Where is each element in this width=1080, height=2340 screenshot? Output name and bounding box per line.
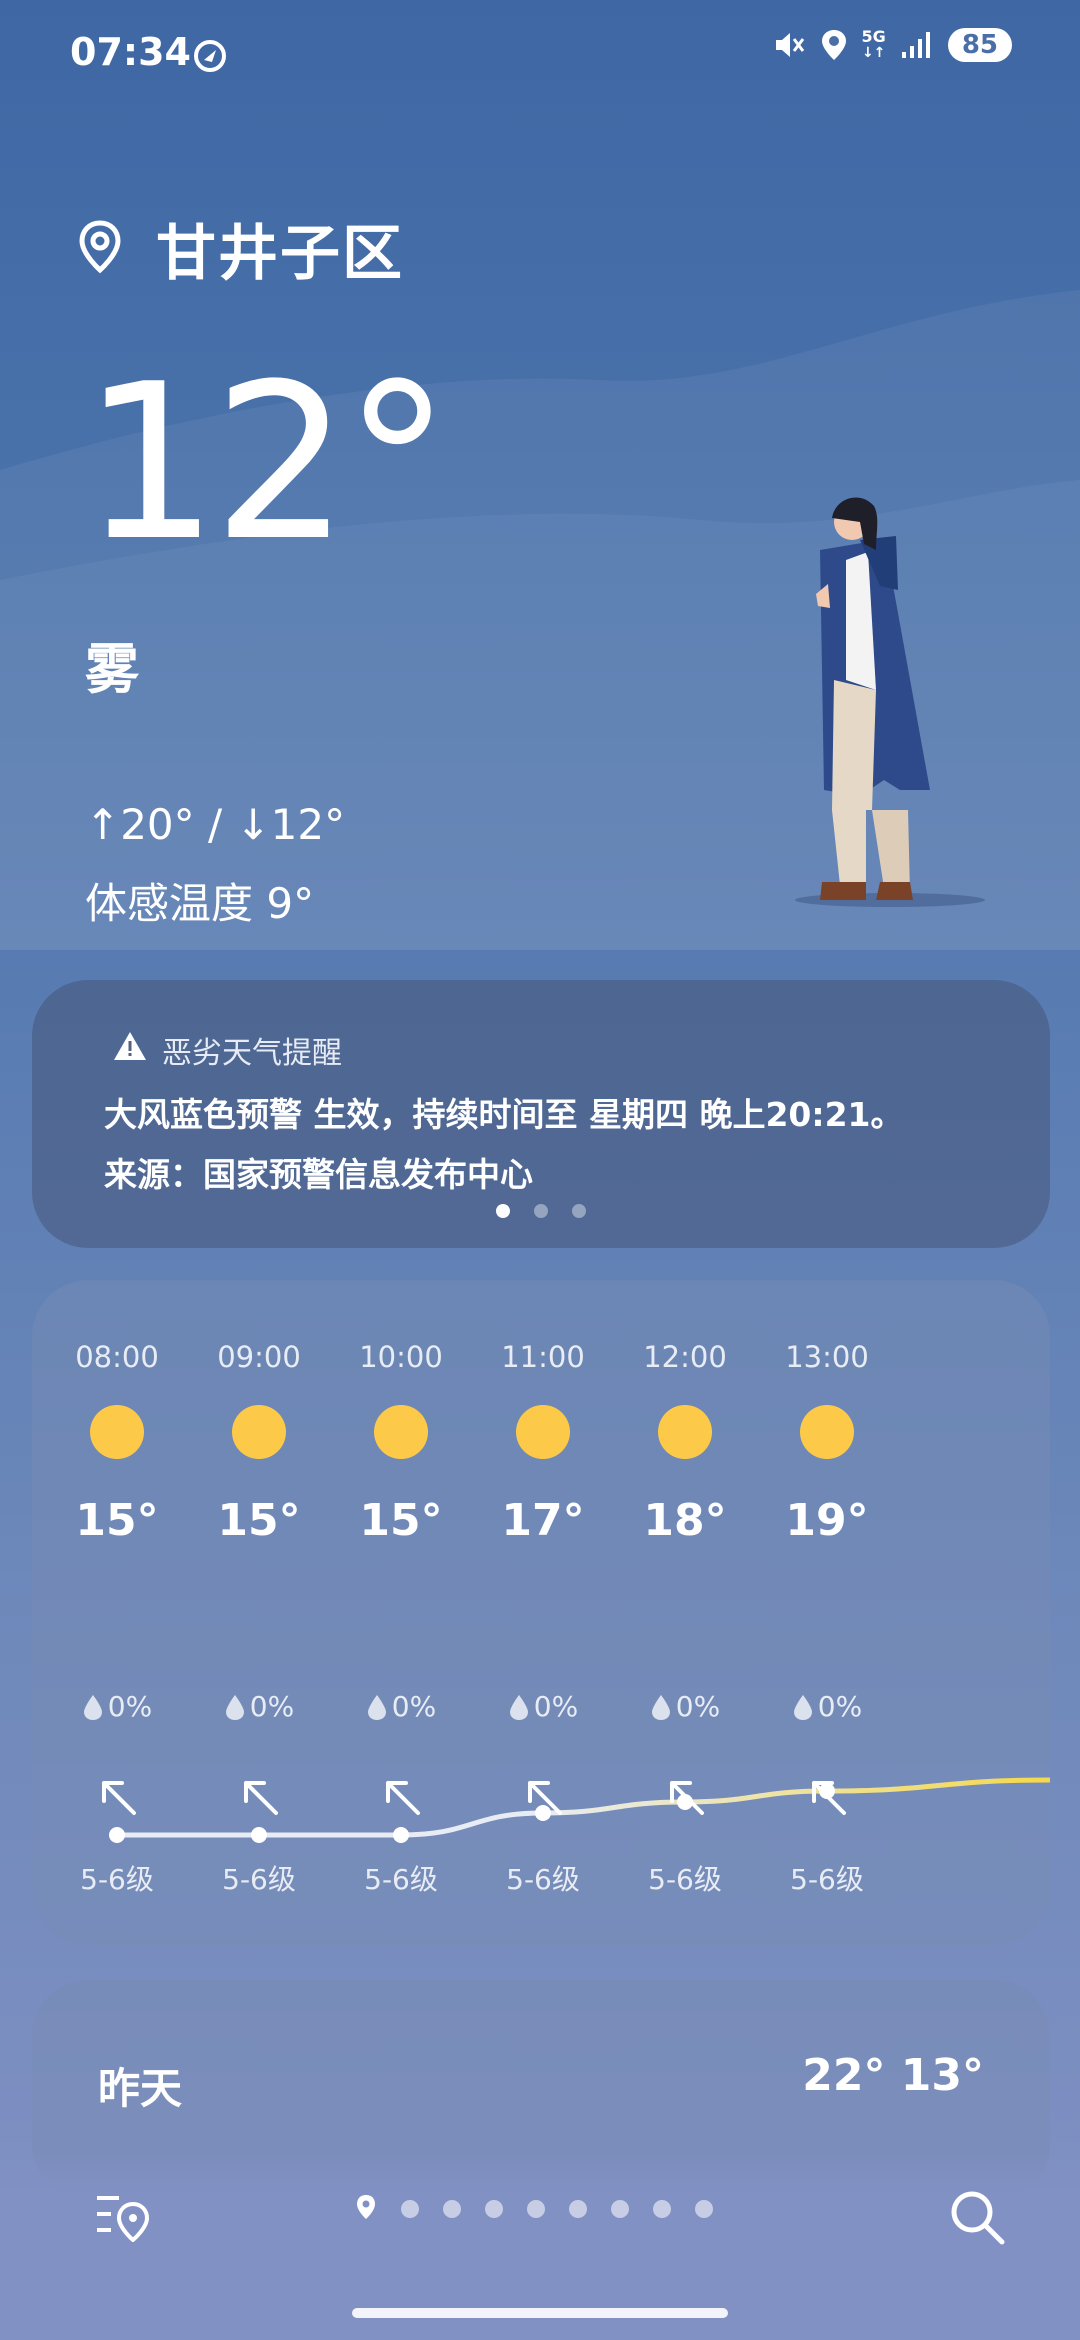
location-pin-icon [78, 219, 122, 278]
precipitation: 0% [472, 1690, 614, 1723]
hour-temperature: 15° [75, 1495, 159, 1546]
location-name: 甘井子区 [156, 219, 404, 289]
current-temperature: 12° [82, 337, 451, 588]
sun-icon [374, 1405, 428, 1459]
wind-level: 5-6级 [648, 1863, 722, 1896]
hour-label: 09:00 [217, 1340, 301, 1374]
hour-label: 13:00 [785, 1340, 869, 1374]
precipitation-value: 0% [391, 1690, 437, 1723]
city-list-button[interactable] [95, 2190, 153, 2246]
sun-icon [232, 1405, 286, 1459]
city-page-dot[interactable] [401, 2200, 419, 2218]
sun-icon [800, 1405, 854, 1459]
yesterday-label: 昨天 [98, 2064, 183, 2113]
alert-source: 来源：国家预警信息发布中心 [104, 1155, 533, 1194]
pager-dot[interactable] [534, 1204, 548, 1218]
precipitation: 0% [614, 1690, 756, 1723]
current-location-page-icon[interactable] [355, 2193, 377, 2225]
alert-header: 恶劣天气提醒 [112, 1028, 342, 1072]
city-page-dot[interactable] [569, 2200, 587, 2218]
precipitation-value: 0% [817, 1690, 863, 1723]
wind-direction-icon [102, 1781, 136, 1815]
precipitation-value: 0% [249, 1690, 295, 1723]
home-indicator[interactable] [352, 2308, 728, 2318]
hour-label: 12:00 [643, 1340, 727, 1374]
wind-level: 5-6级 [222, 1863, 296, 1896]
precipitation: 0% [330, 1690, 472, 1723]
temperature-curve [109, 1777, 1050, 1843]
feels-like-temperature: 体感温度 9° [85, 879, 315, 928]
network-5g-icon: 5G ↓↑ [861, 27, 886, 62]
temperature-point [109, 1827, 125, 1843]
app-notification-icon [192, 38, 228, 78]
precipitation-value: 0% [107, 1690, 153, 1723]
hour-temperature: 19° [785, 1495, 869, 1546]
raindrop-icon [651, 1694, 670, 1720]
weather-condition: 雾 [85, 638, 139, 701]
alert-message: 大风蓝色预警 生效，持续时间至 星期四 晚上20:21。 [104, 1095, 904, 1134]
city-page-dot[interactable] [443, 2200, 461, 2218]
search-button[interactable] [948, 2188, 1006, 2250]
wind-level: 5-6级 [364, 1863, 438, 1896]
hour-label: 10:00 [359, 1340, 443, 1374]
alert-title: 恶劣天气提醒 [162, 1036, 342, 1071]
precipitation: 0% [46, 1690, 188, 1723]
raindrop-icon [793, 1694, 812, 1720]
pager-dot[interactable] [572, 1204, 586, 1218]
sun-icon [658, 1405, 712, 1459]
alert-pager [32, 1204, 1050, 1218]
city-page-dot[interactable] [527, 2200, 545, 2218]
raindrop-icon [225, 1694, 244, 1720]
city-page-indicator [355, 2193, 713, 2225]
hour-temperature: 18° [643, 1495, 727, 1546]
city-page-dot[interactable] [485, 2200, 503, 2218]
wind-direction-icon [386, 1781, 420, 1815]
sun-icon [90, 1405, 144, 1459]
hour-label: 11:00 [501, 1340, 585, 1374]
precipitation: 0% [756, 1690, 898, 1723]
precipitation: 0% [188, 1690, 330, 1723]
yesterday-temperatures: 22° 13° [802, 2050, 984, 2101]
wind-direction-icon [670, 1781, 704, 1815]
hour-label: 08:00 [75, 1340, 159, 1374]
wind-level: 5-6级 [80, 1863, 154, 1896]
person-in-wind-illustration [795, 497, 985, 907]
signal-icon [900, 30, 934, 60]
hourly-forecast-card[interactable]: 08:00 15° 0% 5-6级 09:00 15° 0% 5-6级 10:00 15° 0% 5-… [32, 1280, 1050, 1945]
hour-temperature: 15° [359, 1495, 443, 1546]
precipitation-value: 0% [675, 1690, 721, 1723]
mute-icon [772, 28, 806, 62]
city-page-dot[interactable] [611, 2200, 629, 2218]
precipitation-value: 0% [533, 1690, 579, 1723]
location-header[interactable]: 甘井子区 [78, 205, 404, 292]
raindrop-icon [367, 1694, 386, 1720]
warning-icon [112, 1030, 148, 1070]
status-time: 07:34 [70, 30, 191, 74]
wind-direction-icon [812, 1781, 846, 1815]
temperature-point [393, 1827, 409, 1843]
city-page-dot[interactable] [695, 2200, 713, 2218]
wind-direction-icon [528, 1781, 562, 1815]
wind-direction-icon [244, 1781, 278, 1815]
pager-dot[interactable] [496, 1204, 510, 1218]
city-page-dot[interactable] [653, 2200, 671, 2218]
location-icon [820, 28, 848, 62]
status-bar: 07:34 5G ↓↑ 85 [0, 28, 1080, 84]
severe-weather-alert-card[interactable]: 恶劣天气提醒 大风蓝色预警 生效，持续时间至 星期四 晚上20:21。 来源：国… [32, 980, 1050, 1248]
bottom-nav-bar [0, 2150, 1080, 2340]
raindrop-icon [83, 1694, 102, 1720]
raindrop-icon [509, 1694, 528, 1720]
battery-indicator: 85 [947, 28, 1012, 62]
temperature-range: ↑20° / ↓12° [85, 800, 346, 849]
temperature-point [251, 1827, 267, 1843]
hour-temperature: 15° [217, 1495, 301, 1546]
wind-level: 5-6级 [790, 1863, 864, 1896]
wind-level: 5-6级 [506, 1863, 580, 1896]
sun-icon [516, 1405, 570, 1459]
hour-temperature: 17° [501, 1495, 585, 1546]
